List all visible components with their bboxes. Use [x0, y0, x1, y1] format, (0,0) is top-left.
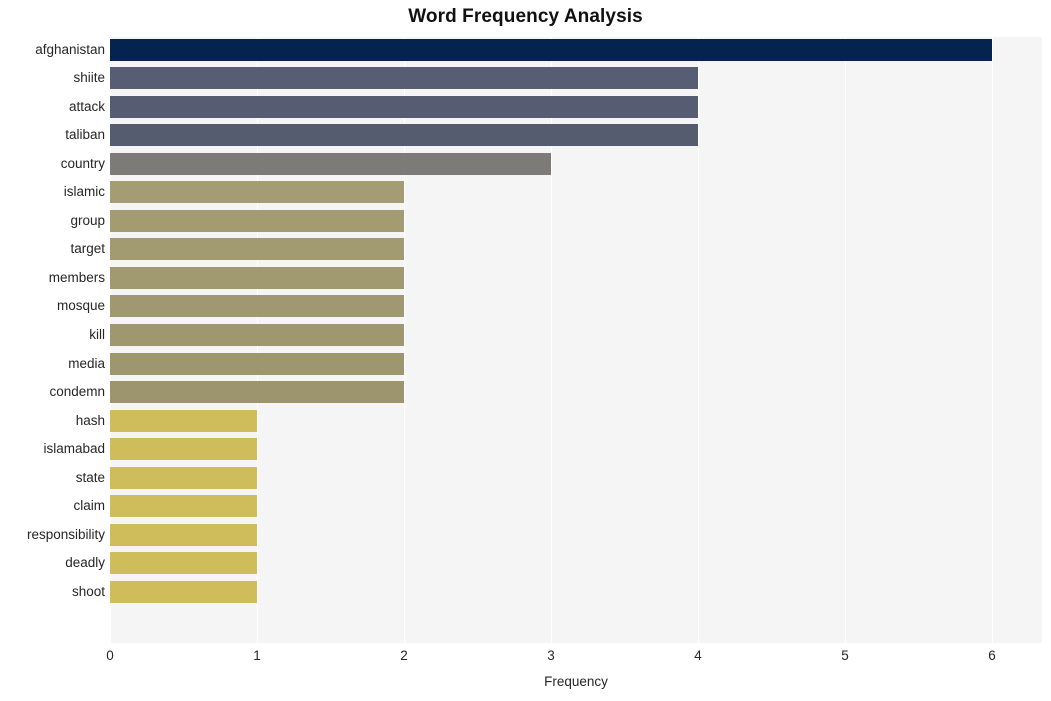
y-axis-label-attack: attack [68, 98, 105, 114]
chart-title: Word Frequency Analysis [408, 6, 643, 27]
bar-target[interactable] [110, 238, 404, 261]
y-axis-label-shiite: shiite [73, 70, 105, 86]
y-axis-label-deadly: deadly [65, 555, 105, 571]
bar-hash[interactable] [110, 409, 257, 432]
y-axis-label-afghanistan: afghanistan [35, 41, 105, 57]
y-axis-label-members: members [48, 269, 105, 285]
bar-row[interactable] [110, 266, 1042, 289]
y-axis-label-responsibility: responsibility [26, 526, 105, 542]
bar-media[interactable] [110, 352, 404, 375]
bar-row[interactable] [110, 95, 1042, 118]
plot-area [110, 37, 1042, 643]
bar-islamic[interactable] [110, 181, 404, 204]
bar-row[interactable] [110, 38, 1042, 61]
y-axis-label-country: country [60, 155, 105, 171]
y-axis-label-group: group [70, 212, 105, 228]
y-axis-label-media: media [68, 355, 105, 371]
bar-row[interactable] [110, 324, 1042, 346]
y-axis-label-hash: hash [75, 412, 105, 428]
bar-state[interactable] [110, 466, 257, 489]
bar-row[interactable] [110, 466, 1042, 489]
bar-islamabad[interactable] [110, 438, 257, 461]
x-tick-label-3: 3 [547, 648, 555, 663]
bar-shoot[interactable] [110, 580, 257, 603]
y-axis-label-condemn: condemn [49, 384, 105, 400]
bar-mosque[interactable] [110, 295, 404, 318]
bars-layer [110, 37, 1042, 643]
bar-taliban[interactable] [110, 124, 698, 147]
bar-claim[interactable] [110, 495, 257, 518]
word-frequency-chart: Word Frequency Analysis afghanistan shiit… [0, 0, 1051, 701]
x-axis-ticks: 0 1 2 3 4 5 6 [0, 648, 1051, 670]
bar-row[interactable] [110, 523, 1042, 546]
bar-country[interactable] [110, 152, 551, 175]
bar-attack[interactable] [110, 95, 698, 118]
x-tick-label-6: 6 [988, 648, 996, 663]
x-axis-title: Frequency [544, 674, 608, 689]
bar-row[interactable] [110, 552, 1042, 575]
bar-row[interactable] [110, 409, 1042, 432]
y-axis-label-taliban: taliban [65, 127, 105, 143]
bar-row[interactable] [110, 352, 1042, 375]
x-tick-label-1: 1 [253, 648, 261, 663]
x-tick-label-5: 5 [841, 648, 849, 663]
bar-kill[interactable] [110, 324, 404, 346]
bar-row[interactable] [110, 152, 1042, 175]
x-tick-label-4: 4 [694, 648, 702, 663]
bar-responsibility[interactable] [110, 523, 257, 546]
bar-row[interactable] [110, 181, 1042, 204]
bar-row[interactable] [110, 209, 1042, 232]
x-tick-label-2: 2 [400, 648, 408, 663]
bar-row[interactable] [110, 381, 1042, 404]
bar-row[interactable] [110, 67, 1042, 90]
y-axis-label-mosque: mosque [56, 298, 105, 314]
bar-afghanistan[interactable] [110, 38, 992, 61]
bar-row[interactable] [110, 124, 1042, 147]
bar-group[interactable] [110, 209, 404, 232]
bar-condemn[interactable] [110, 381, 404, 404]
y-axis-label-claim: claim [73, 498, 105, 514]
y-axis-label-islamic: islamic [63, 184, 105, 200]
bar-members[interactable] [110, 266, 404, 289]
x-tick-label-0: 0 [106, 648, 114, 663]
bar-row[interactable] [110, 295, 1042, 318]
y-axis-label-shoot: shoot [71, 583, 105, 599]
bar-row[interactable] [110, 438, 1042, 461]
bar-row[interactable] [110, 238, 1042, 261]
y-axis-label-target: target [70, 241, 105, 257]
bar-shiite[interactable] [110, 67, 698, 90]
y-axis-label-kill: kill [89, 327, 105, 342]
bar-row[interactable] [110, 495, 1042, 518]
y-axis-label-islamabad: islamabad [43, 441, 105, 457]
y-axis-label-state: state [75, 469, 105, 485]
y-axis-labels: afghanistan shiite attack taliban country isl… [0, 37, 105, 643]
bar-row[interactable] [110, 580, 1042, 603]
bar-deadly[interactable] [110, 552, 257, 575]
